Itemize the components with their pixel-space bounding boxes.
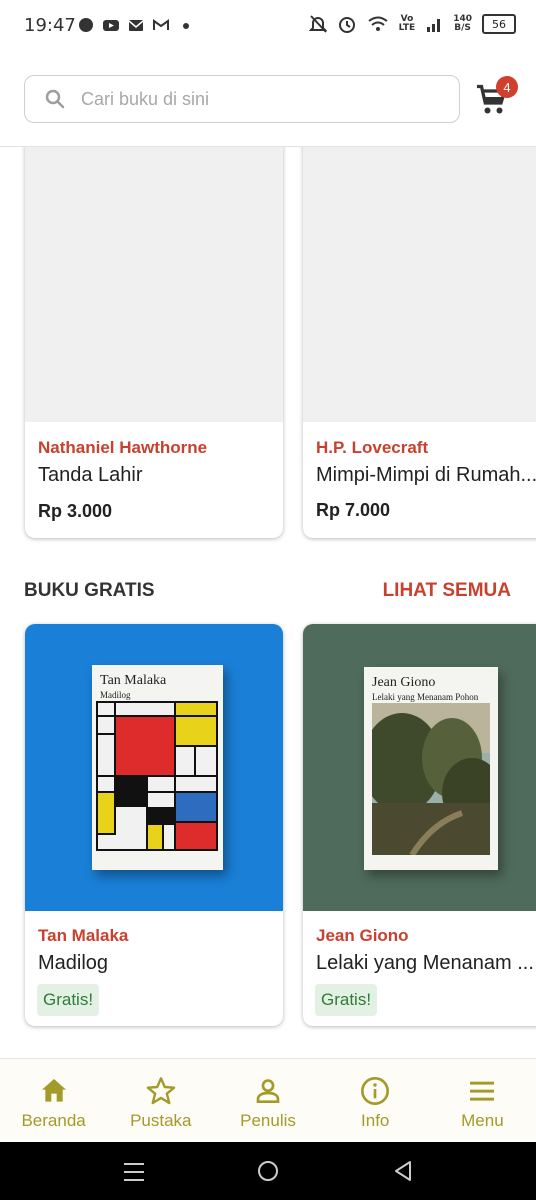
section-title-free-books: BUKU GRATIS	[24, 580, 155, 601]
book-author: Tan Malaka	[38, 926, 129, 945]
book-title: Tanda Lahir	[38, 464, 143, 486]
search-bar[interactable]	[24, 75, 460, 123]
book-card[interactable]: H.P. Lovecraft Mimpi-Mimpi di Rumah... R…	[303, 147, 536, 538]
nav-info[interactable]: Info	[322, 1059, 429, 1143]
book-price: Rp 3.000	[38, 501, 113, 521]
cover-title: Madilog	[100, 690, 131, 700]
book-author: H.P. Lovecraft	[316, 438, 429, 457]
system-status-icons: Vo LTE 140 B/S 56	[308, 14, 516, 34]
search-icon	[45, 89, 65, 109]
cover-author: Tan Malaka	[100, 673, 167, 688]
search-input[interactable]	[79, 87, 413, 111]
app-header: 4	[0, 54, 536, 147]
book-author: Jean Giono	[316, 926, 409, 945]
book-title: Lelaki yang Menanam ...	[316, 952, 534, 974]
nav-label: Penulis	[240, 1111, 296, 1130]
back-icon[interactable]	[391, 1159, 415, 1183]
alarm-icon	[338, 17, 355, 33]
book-cover-image: Tan Malaka Madilog	[92, 665, 223, 870]
nav-beranda[interactable]: Beranda	[0, 1059, 107, 1143]
cart-button[interactable]: 4	[474, 76, 518, 118]
book-cover: Tan Malaka Madilog	[25, 624, 283, 911]
nav-pustaka[interactable]: Pustaka	[107, 1059, 214, 1143]
system-navigation-bar	[0, 1142, 536, 1200]
see-all-link[interactable]: LIHAT SEMUA	[383, 580, 511, 602]
book-author: Nathaniel Hawthorne	[38, 438, 208, 457]
free-badge: Gratis!	[37, 984, 100, 1016]
nav-label: Info	[361, 1111, 390, 1130]
cart-badge: 4	[496, 76, 518, 98]
book-cover-placeholder	[25, 147, 283, 422]
circle-notification-icon	[79, 18, 93, 32]
home-icon	[41, 1079, 66, 1102]
book-cover-image: Jean Giono Lelaki yang Menanam Pohon	[364, 667, 498, 870]
mondrian-artwork	[96, 701, 218, 851]
signal-icon	[427, 19, 441, 32]
gmail-icon	[153, 19, 169, 30]
cover-author: Jean Giono	[372, 675, 436, 690]
message-icon	[128, 20, 144, 31]
recent-apps-icon[interactable]	[122, 1160, 148, 1184]
more-notifications-icon	[183, 23, 189, 29]
book-cover: Jean Giono Lelaki yang Menanam Pohon	[303, 624, 536, 911]
network-speed: 140 B/S	[453, 14, 472, 33]
nav-menu[interactable]: Menu	[429, 1059, 536, 1143]
landscape-painting	[372, 703, 490, 855]
nav-label: Beranda	[21, 1111, 86, 1130]
free-badge: Gratis!	[315, 984, 378, 1016]
nav-label: Menu	[461, 1111, 504, 1130]
book-card[interactable]: Nathaniel Hawthorne Tanda Lahir Rp 3.000	[25, 147, 283, 538]
youtube-icon	[103, 20, 119, 31]
bottom-navigation: Beranda Pustaka Penulis Info Menu	[0, 1058, 536, 1143]
nav-label: Pustaka	[130, 1111, 192, 1130]
free-book-card[interactable]: Tan Malaka Madilog Tan Malaka Madilog Gr…	[25, 624, 283, 1026]
status-time: 19:47	[24, 15, 76, 36]
free-book-card[interactable]: Jean Giono Lelaki yang Menanam Pohon Jea…	[303, 624, 536, 1026]
book-title: Mimpi-Mimpi di Rumah...	[316, 464, 536, 486]
star-icon	[146, 1077, 176, 1105]
person-icon	[256, 1079, 280, 1103]
nav-penulis[interactable]: Penulis	[214, 1059, 321, 1143]
status-bar: 19:47 Vo LTE 140 B/S 56	[0, 0, 536, 54]
cover-title: Lelaki yang Menanam Pohon	[372, 692, 479, 702]
info-icon	[361, 1077, 390, 1105]
battery-indicator: 56	[482, 14, 516, 34]
home-button-icon[interactable]	[256, 1159, 280, 1183]
volte-label: Vo LTE	[398, 14, 416, 33]
book-cover-placeholder	[303, 147, 536, 422]
notification-icons	[78, 17, 194, 33]
main-content[interactable]: Nathaniel Hawthorne Tanda Lahir Rp 3.000…	[0, 147, 536, 1057]
wifi-icon	[368, 16, 388, 31]
mute-icon	[308, 15, 327, 33]
book-title: Madilog	[38, 952, 109, 974]
menu-icon	[470, 1081, 495, 1101]
book-price: Rp 7.000	[316, 500, 391, 520]
